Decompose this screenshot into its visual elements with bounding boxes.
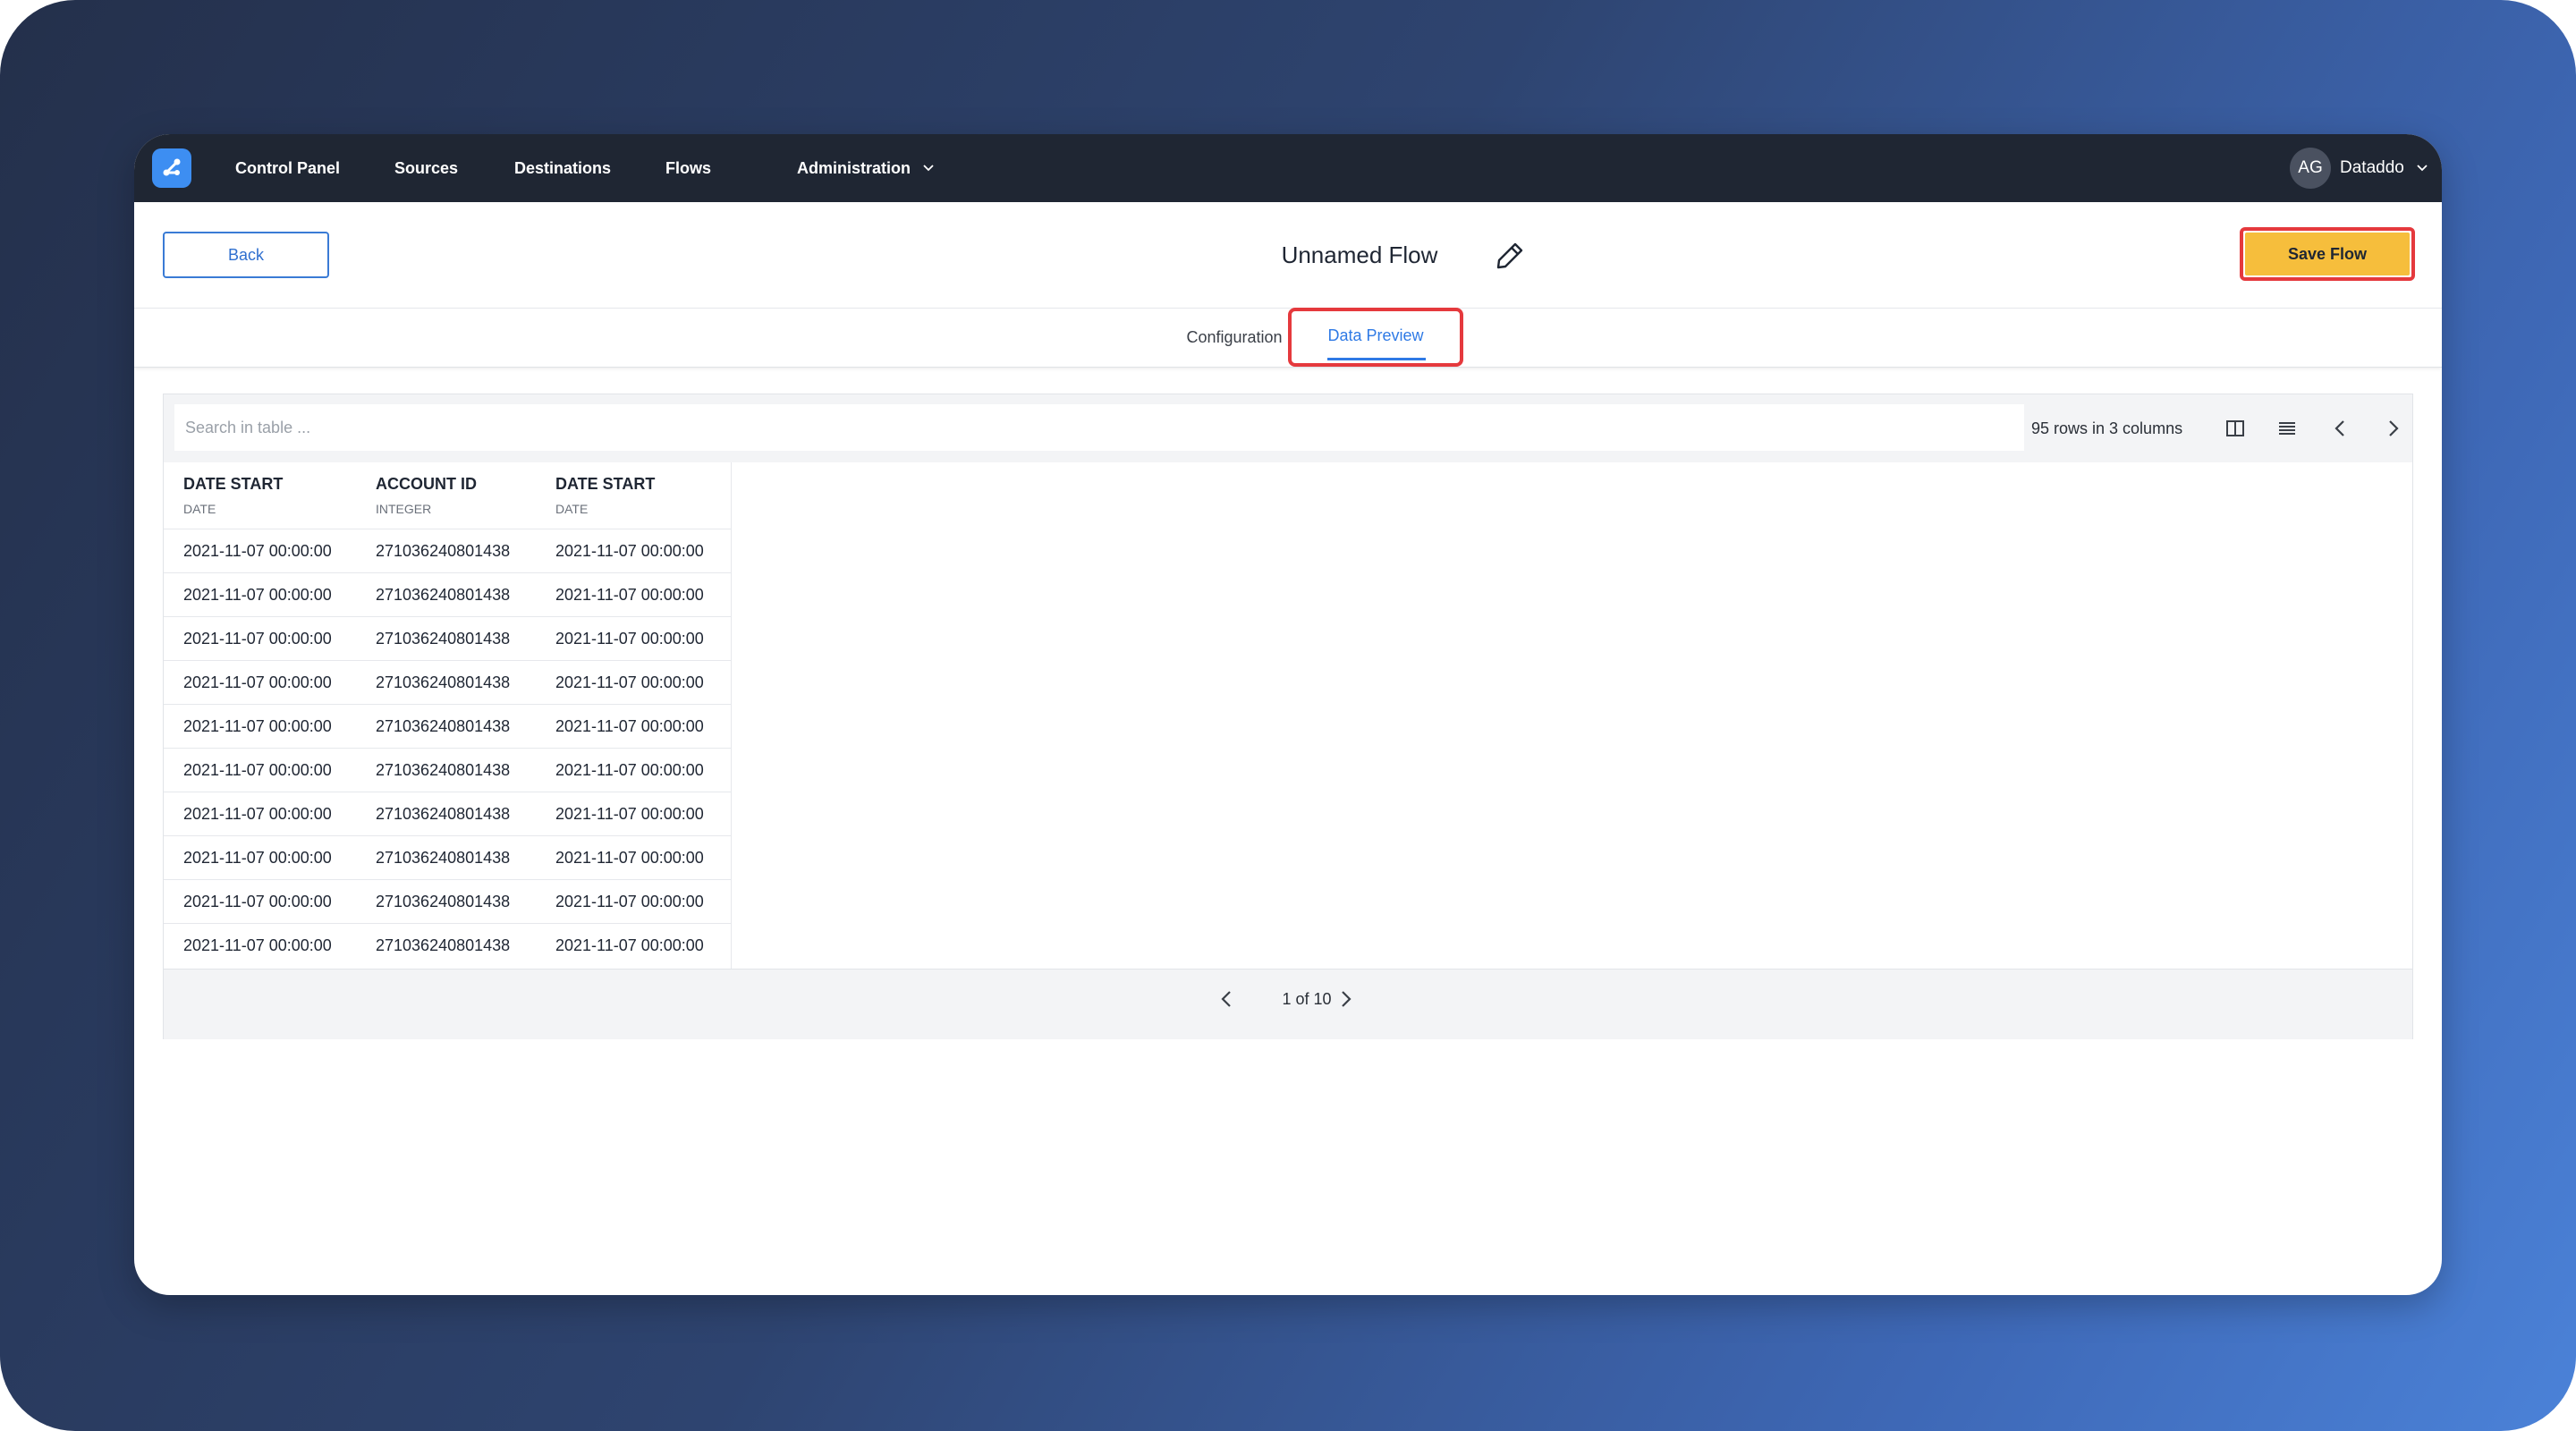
table-row: 2021-11-07 00:00:00 271036240801438 2021… <box>164 572 731 617</box>
chevron-down-icon[interactable] <box>2415 161 2429 180</box>
table-cell: 271036240801438 <box>376 630 511 648</box>
table-cell: 271036240801438 <box>376 542 511 560</box>
table-row: 2021-11-07 00:00:00 271036240801438 2021… <box>164 748 731 792</box>
table-row: 2021-11-07 00:00:00 271036240801438 2021… <box>164 704 731 749</box>
chevron-right-icon[interactable] <box>1334 987 1357 1011</box>
list-icon[interactable] <box>2275 416 2300 441</box>
table-cell: 2021-11-07 00:00:00 <box>555 717 704 735</box>
table-cell: 2021-11-07 00:00:00 <box>555 542 704 560</box>
table-cell: 271036240801438 <box>376 717 511 735</box>
nav-sources[interactable]: Sources <box>394 134 458 202</box>
tab-bar: Configuration Data Preview <box>134 308 2442 368</box>
nav-administration[interactable]: Administration <box>797 134 911 202</box>
table-cell: 2021-11-07 00:00:00 <box>183 805 332 823</box>
save-flow-button[interactable]: Save Flow <box>2245 233 2410 275</box>
column-name: ACCOUNT ID <box>376 475 477 493</box>
nav-flows[interactable]: Flows <box>665 134 711 202</box>
table-cell: 2021-11-07 00:00:00 <box>183 936 332 954</box>
backdrop: Control Panel Sources Destinations Flows… <box>0 0 2576 1431</box>
table-cell: 271036240801438 <box>376 805 511 823</box>
table-cell: 271036240801438 <box>376 673 511 691</box>
column-name: DATE START <box>555 475 656 493</box>
app-window: Control Panel Sources Destinations Flows… <box>134 134 2442 1295</box>
pagination-bar: 1 of 10 <box>164 969 2412 1039</box>
table-row: 2021-11-07 00:00:00 271036240801438 2021… <box>164 923 731 968</box>
table-divider <box>731 462 732 969</box>
table-row: 2021-11-07 00:00:00 271036240801438 2021… <box>164 835 731 880</box>
chevron-down-icon[interactable] <box>921 161 936 180</box>
table-cell: 271036240801438 <box>376 761 511 779</box>
table-row: 2021-11-07 00:00:00 271036240801438 2021… <box>164 879 731 924</box>
table-cell: 2021-11-07 00:00:00 <box>555 893 704 910</box>
data-preview-panel: 95 rows in 3 columns DATE START DATE <box>163 394 2413 1039</box>
table-row: 2021-11-07 00:00:00 271036240801438 2021… <box>164 660 731 705</box>
table-row: 2021-11-07 00:00:00 271036240801438 2021… <box>164 529 731 573</box>
table-cell: 2021-11-07 00:00:00 <box>555 630 704 648</box>
table-cell: 271036240801438 <box>376 586 511 604</box>
search-input[interactable] <box>174 404 2024 451</box>
flow-header: Back Unnamed Flow Save Flow <box>134 202 2442 309</box>
table-toolbar: 95 rows in 3 columns <box>164 394 2412 462</box>
table-cell: 271036240801438 <box>376 936 511 954</box>
table-cell: 2021-11-07 00:00:00 <box>183 717 332 735</box>
logo-icon[interactable] <box>152 148 191 188</box>
top-navbar: Control Panel Sources Destinations Flows… <box>134 134 2442 202</box>
table-cell: 2021-11-07 00:00:00 <box>183 761 332 779</box>
table-cell: 2021-11-07 00:00:00 <box>183 893 332 910</box>
table-cell: 2021-11-07 00:00:00 <box>183 849 332 867</box>
chevron-left-icon[interactable] <box>2328 416 2353 441</box>
table-row: 2021-11-07 00:00:00 271036240801438 2021… <box>164 616 731 661</box>
nav-destinations[interactable]: Destinations <box>514 134 611 202</box>
table-cell: 2021-11-07 00:00:00 <box>555 805 704 823</box>
row-count: 95 rows in 3 columns <box>2031 419 2183 437</box>
table-cell: 271036240801438 <box>376 849 511 867</box>
table-cell: 2021-11-07 00:00:00 <box>183 586 332 604</box>
chevron-left-icon[interactable] <box>1216 987 1239 1011</box>
nav-control-panel[interactable]: Control Panel <box>235 134 340 202</box>
column-type: DATE <box>183 502 216 516</box>
table-cell: 2021-11-07 00:00:00 <box>183 542 332 560</box>
table-cell: 271036240801438 <box>376 893 511 910</box>
table-cell: 2021-11-07 00:00:00 <box>555 761 704 779</box>
columns-icon[interactable] <box>2223 416 2248 441</box>
page-title: Unnamed Flow <box>1281 241 1438 268</box>
active-tab-indicator <box>1327 358 1426 360</box>
back-button[interactable]: Back <box>163 232 329 278</box>
column-type: INTEGER <box>376 502 432 516</box>
table-cell: 2021-11-07 00:00:00 <box>183 673 332 691</box>
column-type: DATE <box>555 502 589 516</box>
table-row: 2021-11-07 00:00:00 271036240801438 2021… <box>164 792 731 836</box>
table-cell: 2021-11-07 00:00:00 <box>555 849 704 867</box>
table-cell: 2021-11-07 00:00:00 <box>555 673 704 691</box>
tab-data-preview[interactable]: Data Preview <box>1295 308 1456 363</box>
edit-pencil-icon[interactable] <box>1494 240 1526 276</box>
chevron-right-icon[interactable] <box>2380 416 2405 441</box>
user-menu[interactable]: Dataddo <box>2340 134 2404 202</box>
table-cell: 2021-11-07 00:00:00 <box>183 630 332 648</box>
table-cell: 2021-11-07 00:00:00 <box>555 936 704 954</box>
avatar[interactable]: AG <box>2290 148 2331 189</box>
column-name: DATE START <box>183 475 284 493</box>
table-cell: 2021-11-07 00:00:00 <box>555 586 704 604</box>
